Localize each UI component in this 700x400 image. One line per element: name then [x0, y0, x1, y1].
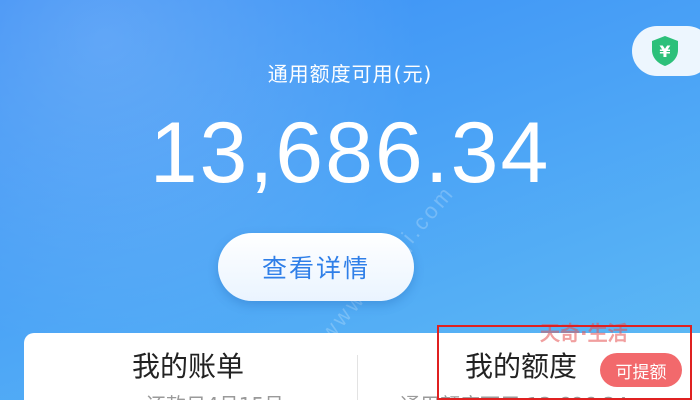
card-divider	[357, 355, 358, 400]
view-details-button[interactable]: 查看详情	[218, 233, 414, 301]
my-bill-title[interactable]: 我的账单	[132, 345, 244, 385]
highlight-box	[437, 325, 692, 400]
available-credit-label: 通用额度可用(元)	[267, 62, 433, 86]
available-credit-amount: 13,686.34	[149, 105, 551, 201]
bill-due-date: 还款日4月15号	[146, 389, 284, 400]
